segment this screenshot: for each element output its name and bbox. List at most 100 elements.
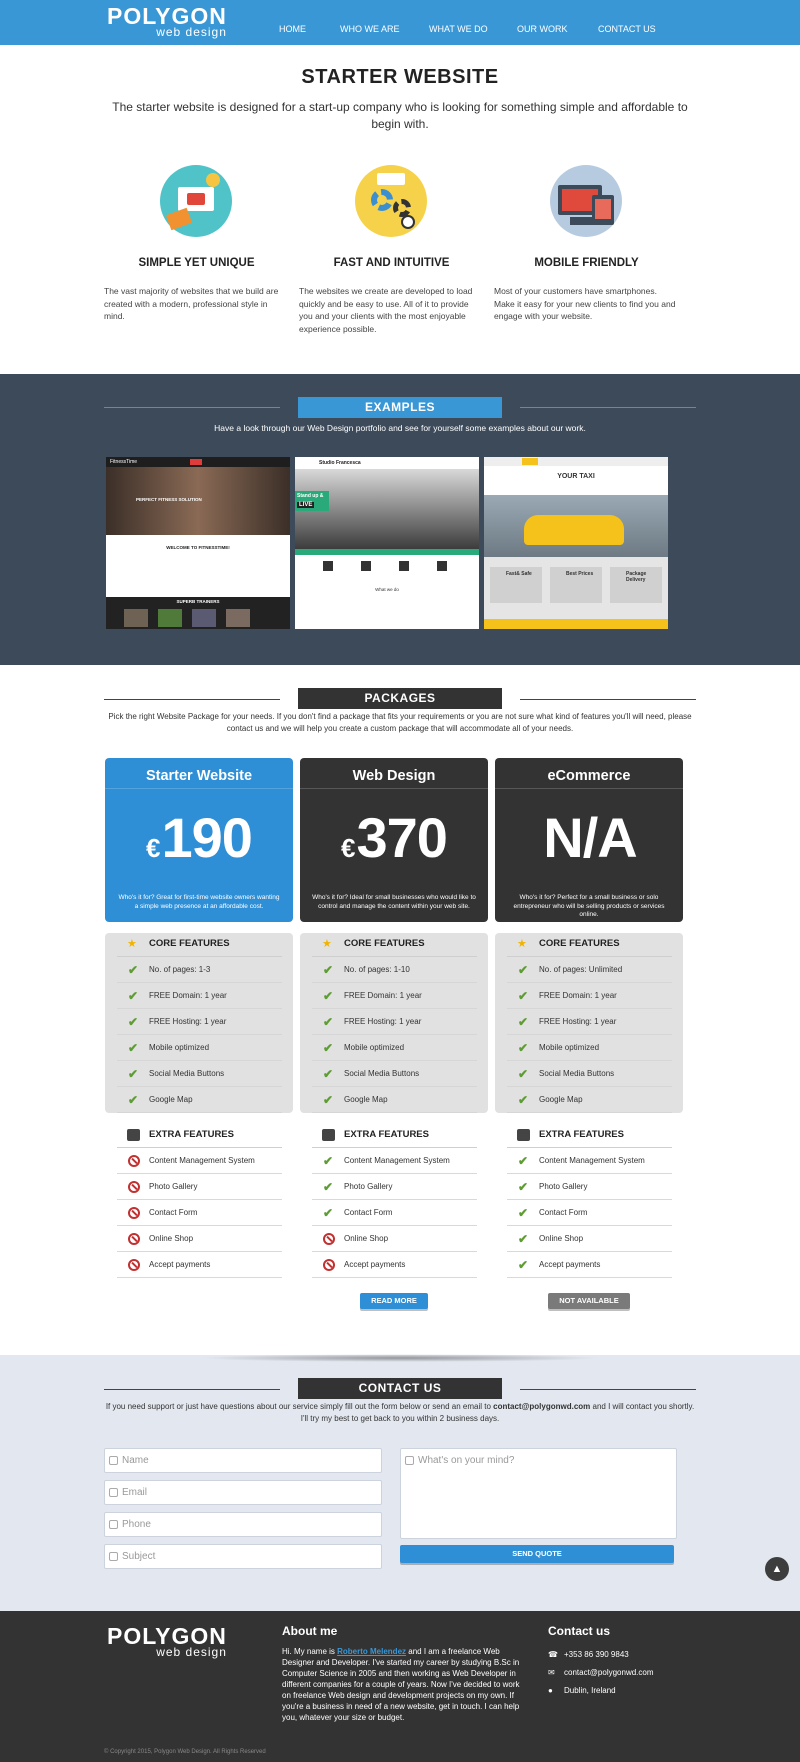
- check-icon: ✔: [323, 1093, 334, 1107]
- portfolio-taxi[interactable]: YOUR TAXI Fast& Safe Best Prices Package…: [484, 457, 668, 629]
- message-textarea[interactable]: What's on your mind?: [400, 1448, 677, 1539]
- feature-row: ✔ No. of pages: 1-3: [117, 957, 282, 983]
- feature-row: ✔ Photo Gallery: [507, 1174, 672, 1200]
- footer-email[interactable]: ✉ contact@polygonwd.com: [548, 1668, 654, 1677]
- check-icon: ✔: [323, 1154, 334, 1168]
- shot-brand: FitnessTime: [110, 459, 138, 465]
- page-title: STARTER WEBSITE: [301, 66, 499, 88]
- feature-label: Content Management System: [539, 1156, 645, 1165]
- shot-badge: PERFECT FITNESS SOLUTION: [136, 497, 202, 502]
- camera-icon: [517, 1129, 530, 1141]
- feature-row: Content Management System: [117, 1148, 282, 1174]
- nav-our-work[interactable]: OUR WORK: [517, 24, 568, 34]
- feature-label: FREE Domain: 1 year: [149, 991, 227, 1000]
- feature-title: SIMPLE YET UNIQUE: [138, 257, 255, 269]
- core-features-title: CORE FEATURES: [539, 938, 620, 949]
- feature-label: Content Management System: [149, 1156, 255, 1165]
- amount: 370: [356, 806, 448, 869]
- logo[interactable]: POLYGON web design: [107, 4, 227, 38]
- read-more-button[interactable]: READ MORE: [360, 1293, 428, 1309]
- check-icon: ✔: [518, 989, 529, 1003]
- extra-features-header: EXTRA FEATURES: [507, 1124, 672, 1148]
- feature-row: ✔ FREE Domain: 1 year: [312, 983, 477, 1009]
- plan-name: Starter Website: [145, 768, 253, 784]
- name-placeholder: Name: [122, 1455, 149, 1466]
- star-icon: ★: [127, 938, 137, 950]
- feature-label: Social Media Buttons: [149, 1069, 225, 1078]
- feature-label: Contact Form: [149, 1208, 198, 1217]
- location-value: Dublin, Ireland: [564, 1686, 616, 1695]
- feature-row: ✔ Mobile optimized: [507, 1035, 672, 1061]
- name-input[interactable]: Name: [104, 1448, 382, 1473]
- feature-label: Mobile optimized: [539, 1043, 600, 1052]
- portfolio-fitness[interactable]: FitnessTime PERFECT FITNESS SOLUTION WEL…: [106, 457, 290, 629]
- extra-features-header: EXTRA FEATURES: [117, 1124, 282, 1148]
- feature-row: ✔ Content Management System: [507, 1148, 672, 1174]
- contact-intro: If you need support or just have questio…: [103, 1401, 697, 1425]
- feature-label: Social Media Buttons: [539, 1069, 615, 1078]
- feature-row: ✔ Mobile optimized: [312, 1035, 477, 1061]
- plan-price: €370: [300, 803, 488, 883]
- divider: [300, 788, 488, 789]
- divider: [105, 788, 293, 789]
- feature-label: Online Shop: [149, 1234, 194, 1243]
- check-icon: ✔: [323, 1067, 334, 1081]
- copyright: © Copyright 2015, Polygon Web Design. Al…: [104, 1749, 266, 1755]
- nav-contact-us[interactable]: CONTACT US: [598, 24, 656, 34]
- plan-name: eCommerce: [547, 768, 631, 784]
- price-card-web-design: Web Design €370 Who's it for? Ideal for …: [300, 758, 488, 922]
- nav-home[interactable]: HOME: [279, 24, 306, 34]
- feature-row: ✔ Google Map: [117, 1087, 282, 1113]
- phone-input[interactable]: Phone: [104, 1512, 382, 1537]
- feature-label: Photo Gallery: [539, 1182, 588, 1191]
- about-text-post: and I am a freelance Web Designer and De…: [282, 1647, 520, 1722]
- feature-row: Online Shop: [117, 1226, 282, 1252]
- not-available-button[interactable]: NOT AVAILABLE: [548, 1293, 630, 1309]
- contact-email-link[interactable]: contact@polygonwd.com: [493, 1402, 590, 1411]
- author-link[interactable]: Roberto Melendez: [337, 1647, 406, 1656]
- divider: [520, 1389, 696, 1390]
- check-icon: ✔: [518, 1067, 529, 1081]
- check-icon: ✔: [518, 963, 529, 977]
- phone-icon: ☎: [548, 1650, 558, 1659]
- not-included-icon: [323, 1233, 335, 1245]
- feature-row: ✔ No. of pages: Unlimited: [507, 957, 672, 983]
- price-card-starter: Starter Website €190 Who's it for? Great…: [105, 758, 293, 922]
- feature-row: ✔ Mobile optimized: [117, 1035, 282, 1061]
- divider: [104, 699, 280, 700]
- check-icon: ✔: [323, 1041, 334, 1055]
- check-icon: ✔: [128, 1067, 139, 1081]
- check-icon: ✔: [323, 1180, 334, 1194]
- packages-intro: Pick the right Website Package for your …: [108, 712, 692, 733]
- feature-row: ✔ Google Map: [507, 1087, 672, 1113]
- scroll-to-top-icon[interactable]: ▲: [765, 1557, 789, 1581]
- feature-title: FAST AND INTUITIVE: [333, 257, 450, 269]
- check-icon: ✔: [518, 1093, 529, 1107]
- send-quote-button[interactable]: SEND QUOTE: [400, 1545, 674, 1563]
- portfolio-studio[interactable]: Studio Francesca Stand up & LIVE What we…: [295, 457, 479, 629]
- feature-text: The websites we create are developed to …: [299, 286, 473, 334]
- not-included-icon: [128, 1181, 140, 1193]
- feature-row: Contact Form: [117, 1200, 282, 1226]
- phone-value: +353 86 390 9843: [564, 1650, 629, 1659]
- email-input[interactable]: Email: [104, 1480, 382, 1505]
- footer-logo[interactable]: POLYGON web design: [107, 1624, 227, 1658]
- not-included-icon: [128, 1155, 140, 1167]
- feature-label: FREE Domain: 1 year: [344, 991, 422, 1000]
- feature-label: Accept payments: [149, 1260, 211, 1269]
- subject-input[interactable]: Subject: [104, 1544, 382, 1569]
- feature-label: Contact Form: [344, 1208, 393, 1217]
- plan-audience: Who's it for? Ideal for small businesses…: [312, 894, 476, 910]
- subject-icon: [109, 1552, 118, 1561]
- subject-placeholder: Subject: [122, 1551, 156, 1562]
- nav-what-we-do[interactable]: WHAT WE DO: [429, 24, 488, 34]
- feature-row: ✔ Contact Form: [507, 1200, 672, 1226]
- feature-fast: FAST AND INTUITIVE The websites we creat…: [299, 165, 484, 334]
- nav-who-we-are[interactable]: WHO WE ARE: [340, 24, 400, 34]
- feature-label: FREE Hosting: 1 year: [149, 1017, 227, 1026]
- feature-row: ✔ Social Media Buttons: [312, 1061, 477, 1087]
- price-card-ecommerce: eCommerce N/A Who's it for? Perfect for …: [495, 758, 683, 922]
- currency: €: [146, 833, 161, 863]
- feature-label: No. of pages: 1-3: [149, 965, 211, 974]
- check-icon: ✔: [518, 1206, 529, 1220]
